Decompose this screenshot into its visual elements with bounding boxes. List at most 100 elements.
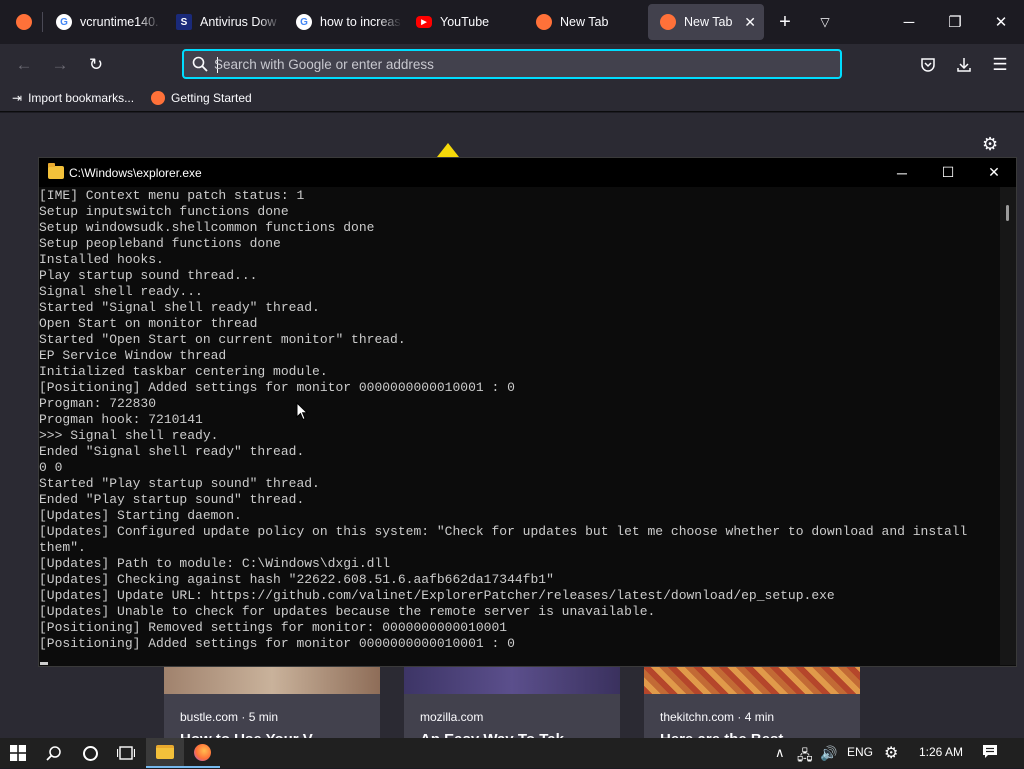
import-icon: ⇥ [12,91,23,105]
arrow-right-icon: → [51,55,69,74]
tab-antivirus[interactable]: S Antivirus Dow [164,4,282,40]
close-window-button[interactable]: ✕ [978,8,1024,36]
action-center-button[interactable] [982,744,998,763]
taskbar-firefox[interactable] [184,738,220,768]
google-icon: G [56,14,72,30]
bookmark-import[interactable]: ⇥ Import bookmarks... [12,91,134,105]
cortana-button[interactable] [72,738,108,768]
console-maximize-button[interactable]: ☐ [925,158,971,187]
console-line: Setup windowsudk.shellcommon functions d… [39,220,375,235]
console-close-button[interactable]: ✕ [971,158,1017,187]
clock[interactable]: 1:26 AM [919,745,963,759]
story-source: bustle.com · 5 min [180,710,279,724]
tab-new-tab[interactable]: New Tab [524,4,644,40]
bookmark-getting-started[interactable]: Getting Started [151,91,252,105]
console-line: Open Start on monitor thread [39,316,258,331]
gear-icon: ⚙ [982,134,999,154]
task-view-icon [117,746,135,760]
console-line: Started "Signal shell ready" thread. [39,300,320,315]
console-scrollbar[interactable] [1000,187,1016,665]
console-minimize-button[interactable]: ─ [879,158,925,187]
firefox-icon [193,743,211,761]
close-icon: ✕ [988,164,1000,180]
close-tab-icon[interactable]: ✕ [744,14,756,31]
console-line: [Updates] Configured update policy on th… [39,524,968,539]
search-button[interactable] [36,738,72,768]
chevron-up-icon: ∧ [775,745,785,760]
browser-tab-strip: G vcruntime140. S Antivirus Dow G how to… [0,0,1024,44]
chevron-down-icon: ▽ [820,15,830,29]
console-line: [IME] Context menu patch status: 1 [39,188,305,203]
restore-icon: ❐ [948,14,962,31]
address-bar[interactable] [182,49,842,79]
notification-icon [983,745,997,758]
list-all-tabs-button[interactable]: ▽ [802,8,848,36]
console-lines: [IME] Context menu patch status: 1 Setup … [39,188,967,652]
console-title: C:\Windows\explorer.exe [69,166,202,180]
downloads-button[interactable] [951,52,977,78]
story-thumbnail [164,667,380,694]
task-view-button[interactable] [108,738,144,768]
network-icon: 🖧 [797,747,813,763]
forward-button[interactable]: → [47,52,73,78]
console-line: [Updates] Update URL: https://github.com… [39,588,835,603]
windows-logo-icon [10,745,26,761]
taskbar-file-explorer[interactable] [146,738,184,768]
console-line: Installed hooks. [39,252,164,267]
firefox-view-tab[interactable] [4,4,40,40]
console-line: >>> Signal shell ready. [39,428,219,443]
console-window[interactable]: C:\Windows\explorer.exe ─ ☐ ✕ [IME] Cont… [38,157,1017,667]
tab-how-to-increase[interactable]: G how to increas [284,4,402,40]
network-button[interactable]: 🖧 [797,745,813,769]
tab-youtube[interactable]: ▶ YouTube [404,4,522,40]
tab-new-tab-active[interactable]: New Tab ✕ [648,4,764,40]
story-thumbnail [404,667,620,694]
firefox-icon [660,14,676,30]
console-line: Started "Play startup sound" thread. [39,476,320,491]
reload-icon: ↻ [88,55,104,74]
console-line: Setup inputswitch functions done [39,204,289,219]
console-output[interactable]: [IME] Context menu patch status: 1 Setup … [39,187,999,665]
restore-button[interactable]: ❐ [932,8,978,36]
scrollbar-thumb[interactable] [1006,205,1009,221]
bookmark-label: Getting Started [171,91,252,105]
start-button[interactable] [0,738,36,768]
gear-icon: ⚙ [884,745,899,762]
download-icon [957,58,971,72]
mouse-cursor-icon [296,402,308,421]
cortana-icon [82,745,98,761]
navigation-toolbar: ← → ↻ ☰ [0,44,1024,86]
console-line: Ended "Play startup sound" thread. [39,492,305,507]
google-icon: G [296,14,312,30]
folder-icon [48,163,64,179]
firefox-icon [16,14,32,30]
volume-button[interactable]: 🔊 [820,745,837,762]
tab-vcruntime[interactable]: G vcruntime140. [44,4,162,40]
console-line: Setup peopleband functions done [39,236,281,251]
story-source: mozilla.com [420,710,484,724]
console-line: 0 0 [39,460,63,475]
console-title-bar[interactable]: C:\Windows\explorer.exe ─ ☐ ✕ [39,158,1016,187]
back-button[interactable]: ← [11,52,37,78]
console-line: [Updates] Path to module: C:\Windows\dxg… [39,556,391,571]
windows-taskbar: ∧ 🖧 🔊 ENG ⚙ 1:26 AM [0,738,1024,768]
reload-button[interactable]: ↻ [83,52,109,78]
pocket-button[interactable] [915,52,941,78]
console-line: [Positioning] Added settings for monitor… [39,636,515,651]
show-hidden-icons-button[interactable]: ∧ [775,745,785,761]
minimize-icon: ─ [903,13,915,31]
search-icon [192,56,208,72]
app-menu-button[interactable]: ☰ [987,52,1013,78]
minimize-button[interactable]: ─ [886,8,932,36]
shield-icon: S [176,14,192,30]
personalize-settings-button[interactable]: ⚙ [982,134,998,155]
console-line: Progman: 722830 [39,396,157,411]
input-language-button[interactable]: ENG [847,745,873,759]
console-line: them". [39,540,86,555]
address-input[interactable] [214,55,814,74]
console-line: Ended "Signal shell ready" thread. [39,444,305,459]
console-line: Play startup sound thread... [39,268,258,283]
folder-icon [156,745,174,759]
speaker-icon: 🔊 [820,745,838,761]
settings-button[interactable]: ⚙ [884,743,898,763]
